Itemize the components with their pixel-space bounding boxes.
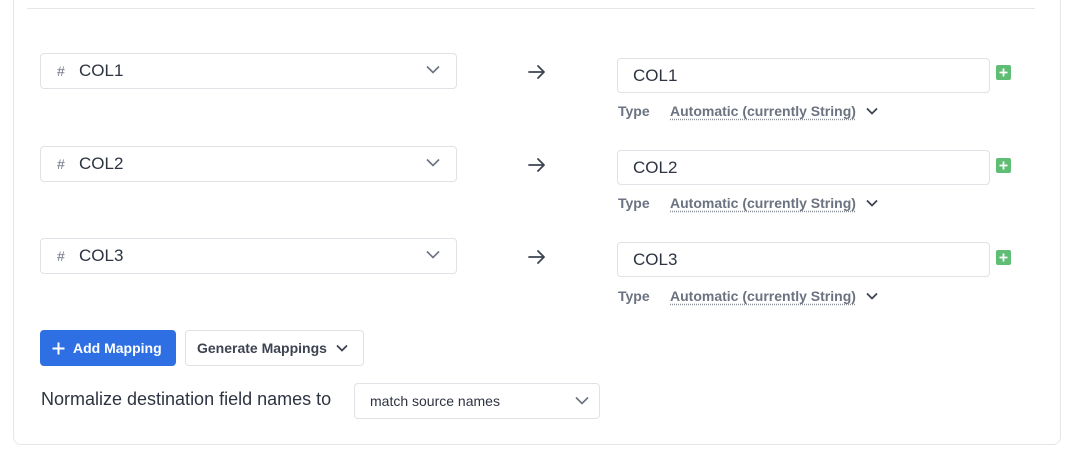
type-label: Type [618, 195, 650, 211]
add-mapping-button[interactable]: Add Mapping [40, 330, 176, 366]
chevron-down-icon [426, 65, 440, 74]
number-type-icon: # [57, 63, 65, 79]
chevron-down-icon [426, 250, 440, 259]
arrow-right-icon [528, 158, 545, 172]
chevron-down-icon [336, 344, 348, 352]
type-row-2: Type Automatic (currently String) [618, 194, 878, 212]
generate-mappings-label: Generate Mappings [197, 340, 327, 356]
source-field-select-2[interactable]: # COL2 [40, 146, 457, 182]
add-field-button-1[interactable] [996, 65, 1011, 80]
type-value-link[interactable]: Automatic (currently String) [670, 288, 856, 304]
plus-icon [52, 342, 65, 354]
number-type-icon: # [57, 156, 65, 172]
plus-icon [999, 253, 1008, 262]
source-field-name: COL1 [79, 61, 124, 80]
divider [27, 8, 1035, 9]
destination-field-input-3[interactable] [617, 242, 990, 277]
normalize-label: Normalize destination field names to [41, 389, 332, 409]
normalize-selected-value: match source names [370, 393, 500, 409]
type-value-link[interactable]: Automatic (currently String) [670, 195, 856, 211]
type-label: Type [618, 103, 650, 119]
add-field-button-3[interactable] [996, 250, 1011, 265]
add-field-button-2[interactable] [996, 158, 1011, 173]
normalize-select[interactable]: match source names [354, 383, 600, 419]
type-label: Type [618, 288, 650, 304]
source-field-name: COL3 [79, 246, 124, 265]
plus-icon [999, 161, 1008, 170]
chevron-down-icon [575, 396, 589, 405]
type-row-3: Type Automatic (currently String) [618, 287, 878, 305]
source-field-name: COL2 [79, 154, 124, 173]
destination-field-input-1[interactable] [617, 58, 990, 93]
type-value-link[interactable]: Automatic (currently String) [670, 103, 856, 119]
chevron-down-icon[interactable] [866, 107, 878, 115]
chevron-down-icon[interactable] [866, 292, 878, 300]
source-field-select-1[interactable]: # COL1 [40, 53, 457, 89]
destination-field-input-2[interactable] [617, 150, 990, 185]
arrow-right-icon [528, 65, 545, 79]
source-field-select-3[interactable]: # COL3 [40, 238, 457, 274]
generate-mappings-button[interactable]: Generate Mappings [185, 330, 364, 366]
arrow-right-icon [528, 250, 545, 264]
plus-icon [999, 68, 1008, 77]
chevron-down-icon [426, 158, 440, 167]
add-mapping-label: Add Mapping [73, 340, 162, 356]
type-row-1: Type Automatic (currently String) [618, 102, 878, 120]
chevron-down-icon[interactable] [866, 199, 878, 207]
number-type-icon: # [57, 248, 65, 264]
